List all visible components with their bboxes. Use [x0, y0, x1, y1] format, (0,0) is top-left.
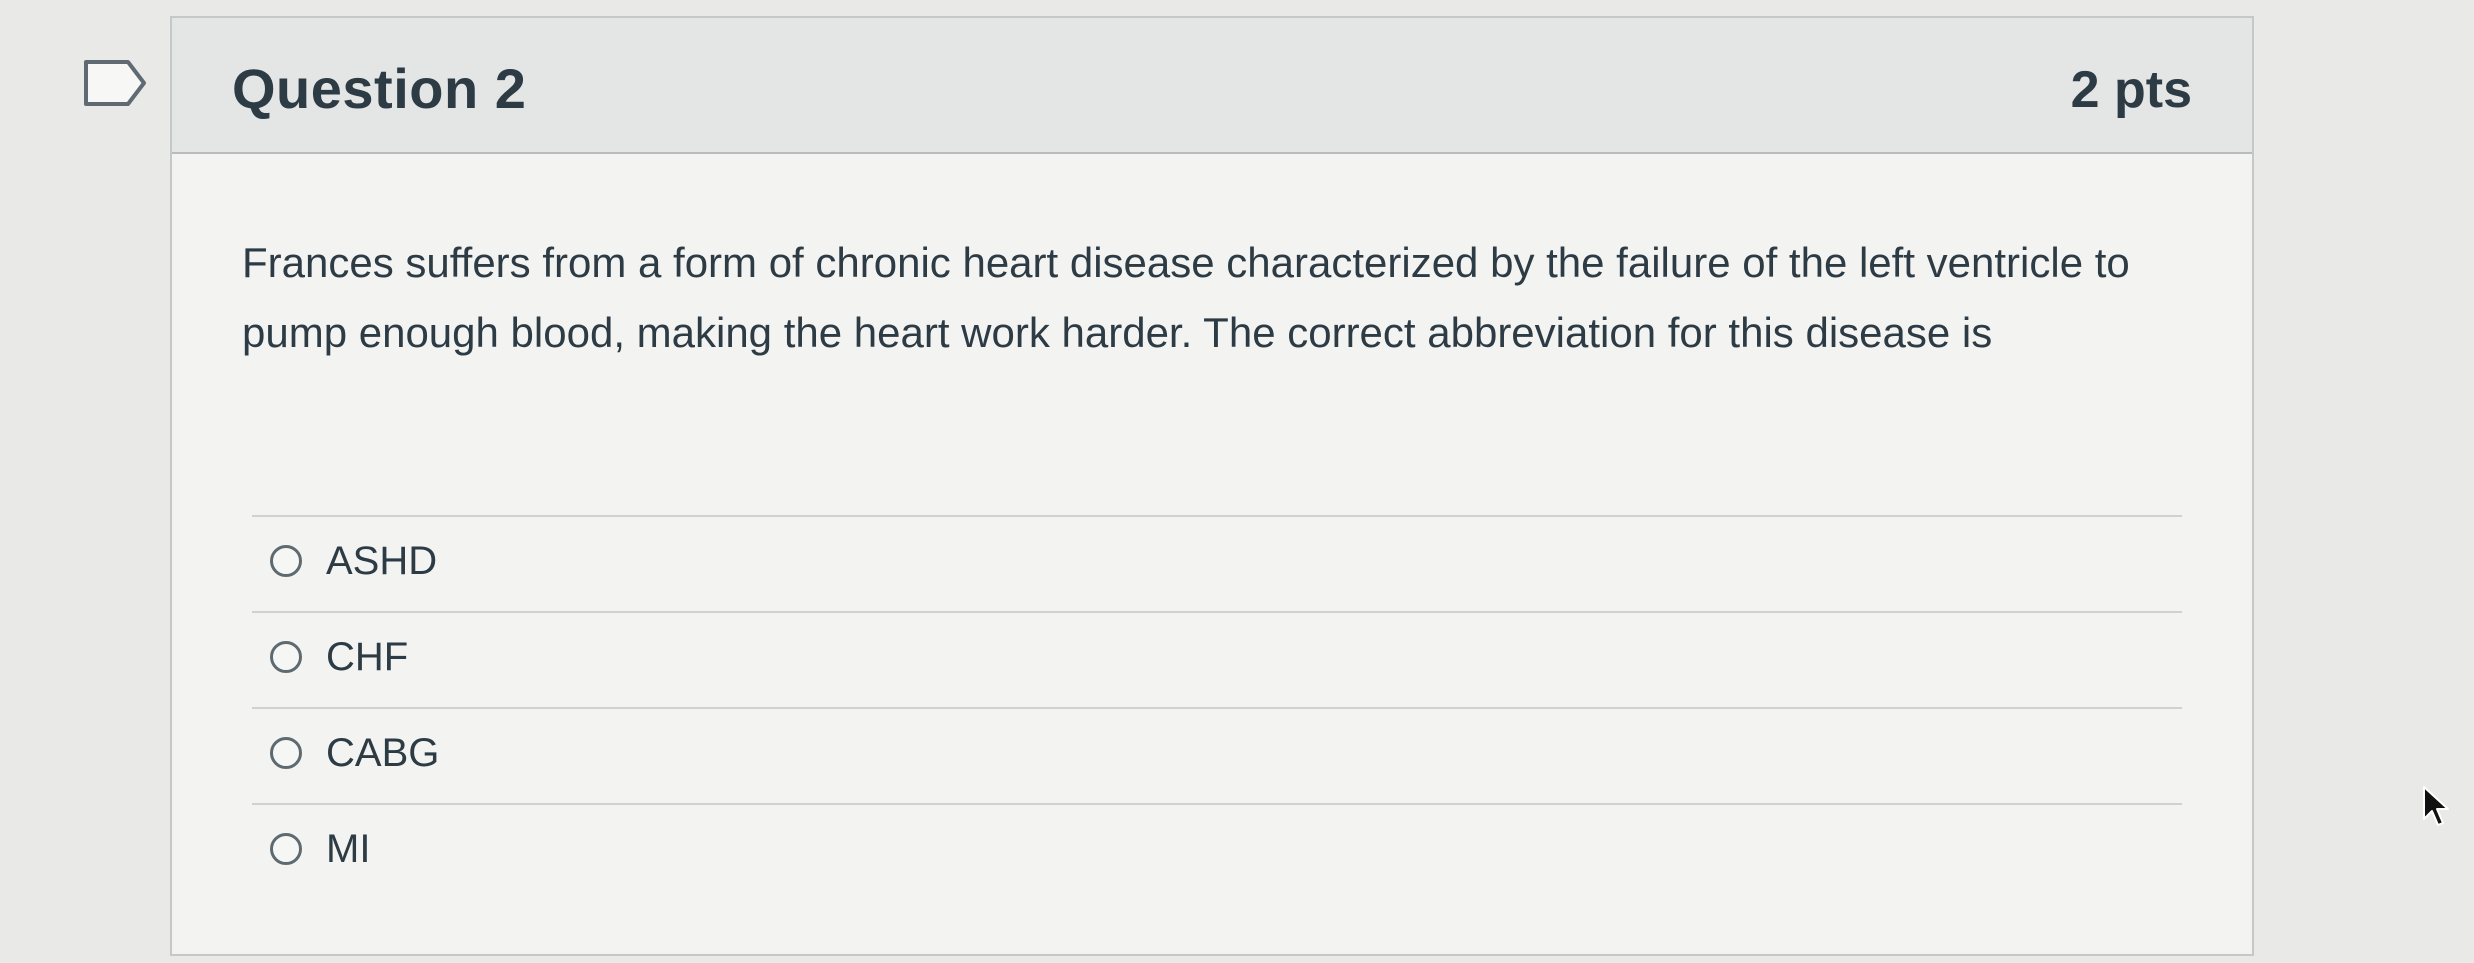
question-title: Question 2 — [232, 57, 527, 120]
answer-option-cabg[interactable]: CABG — [252, 707, 2182, 803]
answer-label[interactable]: CABG — [326, 731, 439, 776]
answer-option-ashd[interactable]: ASHD — [252, 515, 2182, 611]
mouse-pointer-icon — [2423, 786, 2449, 826]
answer-label[interactable]: ASHD — [326, 539, 437, 584]
question-text: Frances suffers from a form of chronic h… — [242, 239, 2130, 356]
question-points: 2 pts — [2070, 61, 2192, 119]
flag-icon[interactable] — [82, 58, 148, 108]
radio-button[interactable] — [270, 545, 302, 577]
radio-button[interactable] — [270, 641, 302, 673]
answer-label[interactable]: CHF — [326, 635, 408, 680]
answer-option-mi[interactable]: MI — [252, 803, 2182, 899]
radio-button[interactable] — [270, 833, 302, 865]
answer-list: ASHD CHF CABG MI — [252, 515, 2182, 899]
answer-label[interactable]: MI — [326, 827, 370, 872]
answer-option-chf[interactable]: CHF — [252, 611, 2182, 707]
radio-button[interactable] — [270, 737, 302, 769]
question-card: Question 2 2 pts Frances suffers from a … — [170, 16, 2254, 956]
question-header: Question 2 2 pts — [172, 18, 2252, 154]
